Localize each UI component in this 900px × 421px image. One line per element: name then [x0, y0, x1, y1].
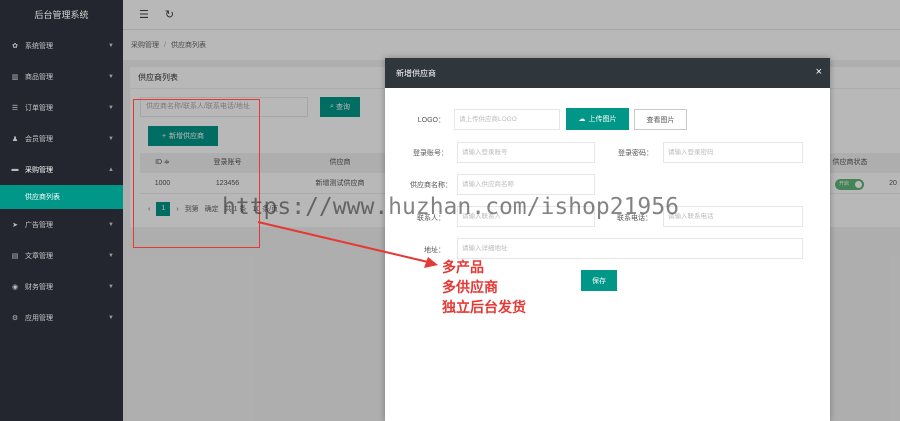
- doc-icon: ▤: [11, 252, 19, 260]
- watermark-text: https://www.huzhan.com/ishop21956: [222, 194, 679, 220]
- modal-title: 新增供应商: [396, 68, 436, 78]
- sidebar-item-label: 订单管理: [25, 104, 53, 112]
- sidebar-item-finance[interactable]: ◉ 财务管理 ▼: [0, 271, 123, 302]
- cloud-upload-icon: ☁: [578, 116, 586, 123]
- chevron-down-icon: ▼: [108, 135, 114, 142]
- send-icon: ➤: [12, 221, 18, 229]
- chevron-down-icon: ▼: [108, 104, 114, 111]
- modal-header: 新增供应商 ×: [385, 58, 830, 88]
- name-input[interactable]: 请输入供应商名称: [457, 174, 595, 195]
- chevron-down-icon: ▼: [108, 283, 114, 290]
- view-image-button[interactable]: 查看图片: [634, 109, 687, 130]
- sidebar-item-orders[interactable]: ☰ 订单管理 ▼: [0, 92, 123, 123]
- truck-icon: ▬: [11, 166, 19, 173]
- logo-input[interactable]: 请上传供应商LOGO: [454, 109, 560, 130]
- users-icon: ♟: [11, 135, 19, 143]
- upload-image-button[interactable]: ☁ 上传图片: [566, 108, 629, 130]
- chart-icon: ▥: [11, 73, 19, 81]
- sidebar-item-label: 广告管理: [25, 221, 53, 229]
- name-label: 供应商名称：: [410, 182, 452, 189]
- sidebar-item-label: 财务管理: [25, 283, 53, 291]
- sidebar-item-label: 商品管理: [25, 73, 53, 81]
- phone-input[interactable]: 请输入联系电话: [663, 206, 803, 227]
- account-input[interactable]: 请输入登录账号: [457, 142, 595, 163]
- coin-icon: ◉: [11, 283, 19, 291]
- settings-icon: ⚙: [11, 314, 19, 322]
- address-input[interactable]: 请输入详细地址: [457, 238, 803, 259]
- sidebar-item-label: 采购管理: [25, 166, 53, 174]
- chevron-down-icon: ▼: [108, 252, 114, 259]
- chevron-down-icon: ▼: [108, 221, 114, 228]
- chevron-down-icon: ▼: [108, 42, 114, 49]
- logo-label: LOGO：: [417, 117, 445, 124]
- highlight-box: [133, 99, 260, 248]
- sidebar-item-articles[interactable]: ▤ 文章管理 ▼: [0, 240, 123, 271]
- chevron-down-icon: ▼: [108, 73, 114, 80]
- sidebar: 后台管理系统 ✿ 系统管理 ▼ ▥ 商品管理 ▼ ☰ 订单管理 ▼ ♟ 会员管理 ▼ ▬ 采购管理…: [0, 0, 123, 421]
- upload-label: 上传图片: [588, 116, 617, 123]
- save-button[interactable]: 保存: [581, 270, 617, 291]
- app-title: 后台管理系统: [34, 10, 89, 20]
- sidebar-item-members[interactable]: ♟ 会员管理 ▼: [0, 123, 123, 154]
- sidebar-item-ads[interactable]: ➤ 广告管理 ▼: [0, 209, 123, 240]
- chevron-down-icon: ▼: [108, 314, 114, 321]
- account-label: 登录账号：: [413, 150, 448, 157]
- promo-line: 独立后台发货: [442, 300, 526, 316]
- sidebar-item-label: 会员管理: [25, 135, 53, 143]
- sidebar-subitem-supplier-list[interactable]: 供应商列表: [0, 185, 123, 209]
- sidebar-item-label: 文章管理: [25, 252, 53, 260]
- address-label: 地址：: [424, 247, 445, 254]
- sidebar-item-label: 应用管理: [25, 314, 53, 322]
- password-input[interactable]: 请输入登录密码: [663, 142, 803, 163]
- chevron-up-icon: ▲: [108, 166, 114, 173]
- close-icon[interactable]: ×: [816, 66, 822, 78]
- promo-line: 多供应商: [442, 280, 498, 296]
- password-label: 登录密码：: [618, 150, 653, 157]
- sidebar-item-label: 系统管理: [25, 42, 53, 50]
- list-icon: ☰: [11, 104, 19, 112]
- promo-annotation: 多产品 多供应商 独立后台发货: [442, 258, 526, 318]
- add-supplier-modal: 新增供应商 × LOGO： 请上传供应商LOGO ☁ 上传图片 查看图片 登录账号…: [385, 58, 830, 421]
- promo-line: 多产品: [442, 260, 484, 276]
- gear-icon: ✿: [12, 42, 18, 50]
- sidebar-item-products[interactable]: ▥ 商品管理 ▼: [0, 61, 123, 92]
- sidebar-item-apps[interactable]: ⚙ 应用管理 ▼: [0, 302, 123, 333]
- sidebar-item-system[interactable]: ✿ 系统管理 ▼: [0, 30, 123, 61]
- sidebar-submenu: 供应商列表: [0, 185, 123, 209]
- sidebar-item-purchase[interactable]: ▬ 采购管理 ▲: [0, 154, 123, 185]
